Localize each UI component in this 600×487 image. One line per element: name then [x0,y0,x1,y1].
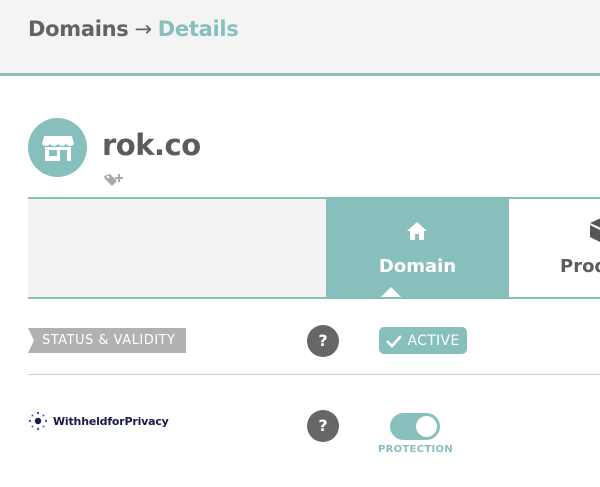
tab-products-label: Prod [560,256,600,277]
checkmark-icon [386,334,403,348]
tab-domain[interactable]: Domain [326,199,509,297]
box-icon [590,218,600,242]
privacy-protection-toggle[interactable] [390,413,440,440]
withheld-for-privacy-logo: WithheldforPrivacy [28,410,169,432]
domain-avatar [28,118,87,177]
breadcrumb-current: Details [157,17,239,41]
privacy-dots-icon [28,411,48,431]
storefront-icon [41,135,74,161]
privacy-help-button[interactable]: ? [307,410,339,442]
breadcrumb: Domains → Details [28,17,239,41]
row-divider [28,374,600,375]
breadcrumb-separator: → [134,17,152,41]
status-validity-label: STATUS & VALIDITY [28,328,186,353]
status-badge-label: ACTIVE [407,332,460,349]
privacy-provider-name: WithheldforPrivacy [53,414,169,428]
status-badge: ACTIVE [379,327,467,354]
toggle-knob [416,416,437,437]
toggle-label: PROTECTION [378,444,453,455]
tab-products[interactable]: Prod [509,199,600,297]
active-tab-pointer [381,287,401,297]
page-header: Domains → Details [0,0,600,76]
home-icon [407,222,427,240]
tab-domain-label: Domain [378,256,457,277]
detail-tabs: Domain Prod [28,197,600,299]
breadcrumb-domains-link[interactable]: Domains [28,17,129,41]
add-tag-icon[interactable] [103,172,125,188]
status-help-button[interactable]: ? [307,325,339,357]
domain-name: rok.co [102,128,201,162]
